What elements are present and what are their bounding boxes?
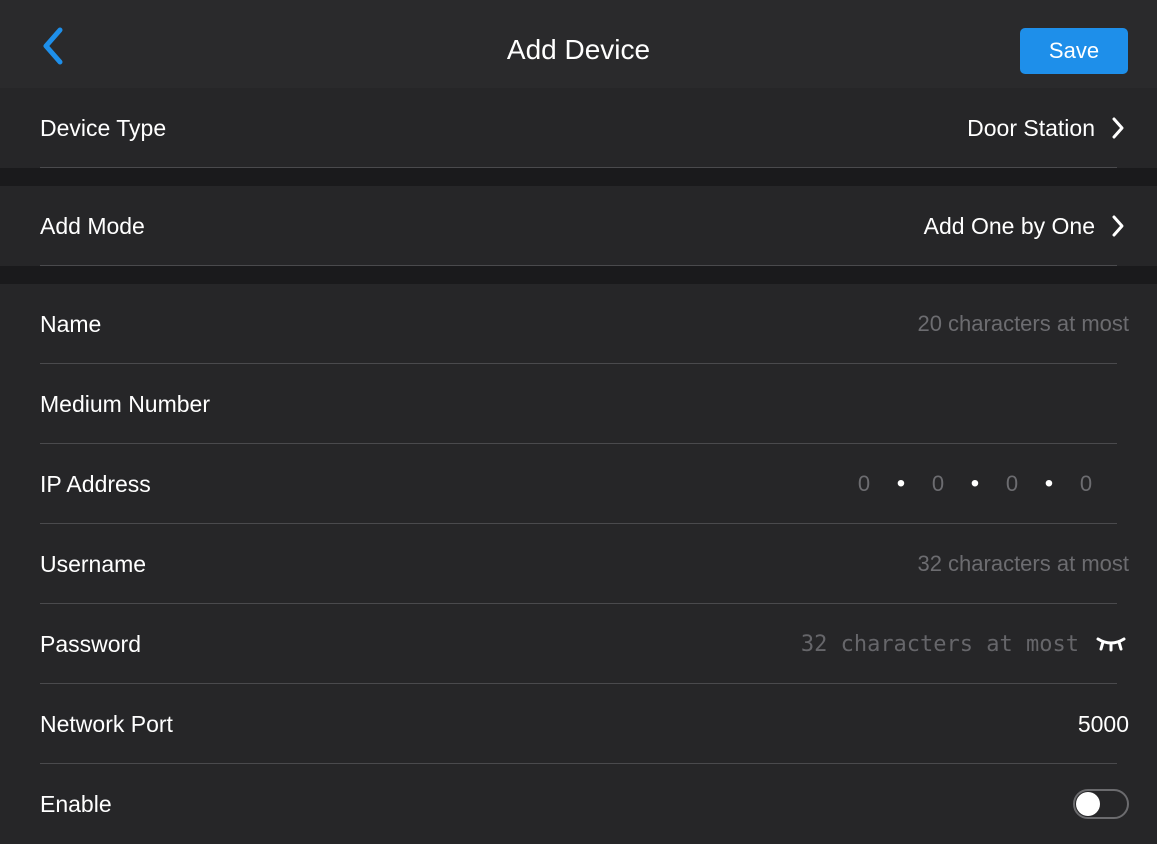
password-row: Password 32 characters at most [0,604,1157,684]
medium-number-label: Medium Number [40,390,210,417]
password-label: Password [40,630,141,657]
device-type-value: Door Station [967,114,1095,141]
section-gap [0,266,1157,284]
ip-separator: • [1044,470,1054,497]
username-row: Username 32 characters at most [0,524,1157,604]
add-mode-row[interactable]: Add Mode Add One by One [0,186,1157,266]
network-port-label: Network Port [40,710,173,737]
username-field[interactable]: 32 characters at most [917,551,1129,577]
username-label: Username [40,550,147,577]
password-field-group: 32 characters at most [801,632,1129,657]
enable-row: Enable [0,764,1157,844]
ip-address-label: IP Address [40,470,151,497]
ip-octet-4[interactable]: 0 [1075,471,1097,497]
device-fields-section: Name 20 characters at most Medium Number… [0,284,1157,844]
username-placeholder: 32 characters at most [917,551,1129,576]
ip-address-field[interactable]: 0 • 0 • 0 • 0 [853,470,1129,498]
add-mode-value-group: Add One by One [924,213,1129,240]
add-mode-label: Add Mode [40,212,145,239]
ip-octet-1[interactable]: 0 [853,471,875,497]
password-field[interactable]: 32 characters at most [801,632,1079,657]
add-mode-value: Add One by One [923,212,1095,239]
network-port-value: 5000 [1077,710,1129,737]
page-title: Add Device [506,34,651,65]
name-field[interactable]: 20 characters at most [917,311,1129,337]
name-placeholder: 20 characters at most [917,311,1129,336]
ip-octet-2[interactable]: 0 [927,471,949,497]
medium-number-row: Medium Number [0,364,1157,444]
device-type-value-group: Door Station [967,115,1129,142]
name-row: Name 20 characters at most [0,284,1157,364]
enable-toggle-wrap [1073,789,1129,819]
enable-label: Enable [40,790,112,817]
enable-toggle[interactable] [1073,789,1129,819]
toggle-knob [1076,792,1100,816]
device-type-label: Device Type [40,114,167,141]
network-port-row: Network Port 5000 [0,684,1157,764]
name-label: Name [40,310,102,337]
ip-octet-3[interactable]: 0 [1001,471,1023,497]
top-bar: Add Device Save [0,0,1157,88]
save-button[interactable]: Save [1020,28,1128,74]
chevron-right-icon [1111,213,1129,239]
ip-separator: • [970,470,980,497]
ip-octets: 0 • 0 • 0 • 0 [853,470,1097,498]
eye-closed-icon[interactable] [1093,634,1129,654]
ip-separator: • [896,470,906,497]
device-type-section: Device Type Door Station [0,88,1157,168]
network-port-field[interactable]: 5000 [1078,711,1129,738]
ip-address-row: IP Address 0 • 0 • 0 • 0 [0,444,1157,524]
chevron-right-icon [1111,115,1129,141]
add-mode-section: Add Mode Add One by One [0,186,1157,266]
section-gap [0,168,1157,186]
device-type-row[interactable]: Device Type Door Station [0,88,1157,168]
